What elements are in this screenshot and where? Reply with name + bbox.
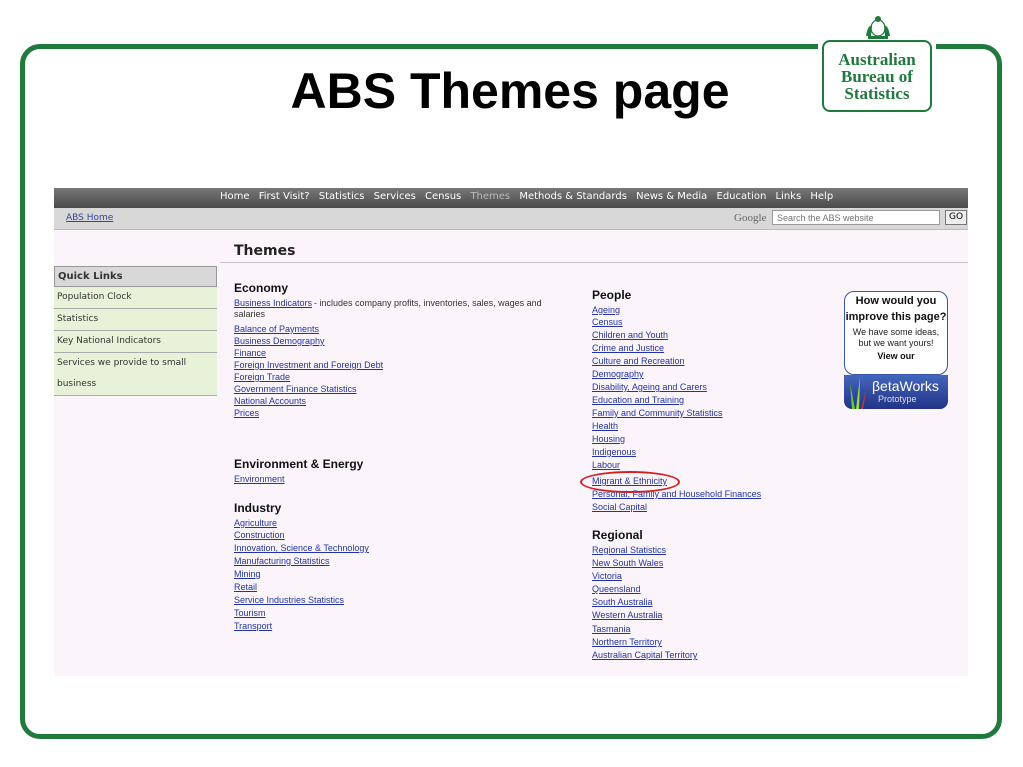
theme-link[interactable]: Demography — [592, 369, 644, 379]
theme-description: salaries — [234, 309, 266, 319]
quick-link-services-cont[interactable]: business — [54, 374, 217, 396]
theme-link[interactable]: Business Indicators — [234, 298, 312, 308]
theme-link[interactable]: Government Finance Statistics — [234, 384, 357, 394]
theme-link[interactable]: Business Demography — [234, 336, 325, 346]
theme-link[interactable]: South Australia — [592, 597, 653, 607]
betaworks-label: βetaWorks — [872, 378, 939, 394]
theme-link[interactable]: Environment — [234, 474, 285, 484]
theme-link[interactable]: Australian Capital Territory — [592, 650, 697, 660]
divider — [220, 262, 968, 263]
theme-link[interactable]: Culture and Recreation — [592, 356, 685, 366]
slide-title: ABS Themes page — [290, 63, 730, 119]
theme-link[interactable]: Balance of Payments — [234, 324, 319, 334]
theme-link[interactable]: Children and Youth — [592, 330, 668, 340]
theme-description: - includes company profits, inventories,… — [314, 298, 542, 308]
nav-help[interactable]: Help — [810, 191, 833, 202]
logo-line: Bureau of — [841, 67, 913, 86]
betaworks-promo[interactable]: How would you improve this page? We have… — [844, 291, 948, 409]
theme-link[interactable]: Construction — [234, 530, 285, 540]
quick-links-panel: Quick Links Population Clock Statistics … — [54, 266, 217, 396]
betaworks-banner[interactable]: βetaWorks Prototype — [844, 375, 948, 409]
theme-link[interactable]: Northern Territory — [592, 637, 662, 647]
logo-line: Australian — [838, 50, 916, 69]
nav-statistics[interactable]: Statistics — [319, 191, 365, 202]
theme-link[interactable]: Housing — [592, 434, 625, 444]
nav-first-visit[interactable]: First Visit? — [259, 191, 310, 202]
nav-home[interactable]: Home — [220, 191, 250, 202]
theme-link[interactable]: Tasmania — [592, 624, 631, 634]
theme-link[interactable]: Labour — [592, 460, 620, 470]
theme-link[interactable]: Innovation, Science & Technology — [234, 543, 369, 553]
promo-heading: improve this page? — [845, 311, 947, 323]
top-navigation: Home First Visit? Statistics Services Ce… — [54, 188, 968, 208]
feedback-box: How would you improve this page? We have… — [844, 291, 948, 375]
theme-link[interactable]: Western Australia — [592, 610, 662, 620]
nav-services[interactable]: Services — [374, 191, 416, 202]
search-input[interactable] — [772, 210, 940, 225]
theme-link[interactable]: Foreign Trade — [234, 372, 290, 382]
nav-news[interactable]: News & Media — [636, 191, 707, 202]
theme-link[interactable]: Ageing — [592, 305, 620, 315]
abs-logo: Australian Bureau of Statistics — [818, 14, 936, 114]
theme-link[interactable]: New South Wales — [592, 558, 663, 568]
quick-links-heading: Quick Links — [54, 266, 217, 287]
theme-link[interactable]: Tourism — [234, 608, 266, 618]
google-logo: Google — [734, 212, 767, 224]
coat-of-arms-icon — [866, 16, 890, 39]
go-button[interactable]: GO — [945, 210, 967, 225]
theme-link[interactable]: Education and Training — [592, 395, 684, 405]
nav-methods[interactable]: Methods & Standards — [519, 191, 627, 202]
quick-link-key-indicators[interactable]: Key National Indicators — [54, 331, 217, 353]
logo-wordmark: Australian Bureau of Statistics — [822, 40, 932, 112]
quick-link-population-clock[interactable]: Population Clock — [54, 287, 217, 309]
regional-heading: Regional — [592, 528, 643, 542]
promo-heading: How would you — [855, 295, 937, 307]
nav-census[interactable]: Census — [425, 191, 461, 202]
theme-link[interactable]: Health — [592, 421, 618, 431]
theme-link[interactable]: Mining — [234, 569, 261, 579]
theme-link[interactable]: Indigenous — [592, 447, 636, 457]
prototype-label: Prototype — [878, 394, 917, 404]
theme-link[interactable]: National Accounts — [234, 396, 306, 406]
theme-link[interactable]: Agriculture — [234, 518, 277, 528]
theme-link[interactable]: Regional Statistics — [592, 545, 666, 555]
logo-line: Statistics — [844, 84, 910, 103]
theme-link[interactable]: Victoria — [592, 571, 622, 581]
promo-text: We have some ideas, — [852, 327, 940, 337]
theme-link[interactable]: Finance — [234, 348, 266, 358]
nav-education[interactable]: Education — [717, 191, 767, 202]
quick-link-services[interactable]: Services we provide to small — [54, 353, 217, 374]
theme-link[interactable]: Family and Community Statistics — [592, 408, 723, 418]
grass-icon — [850, 377, 867, 409]
environment-heading: Environment & Energy — [234, 457, 364, 471]
theme-link[interactable]: Transport — [234, 621, 272, 631]
nav-items: Home First Visit? Statistics Services Ce… — [220, 191, 839, 202]
highlight-ring — [580, 471, 680, 493]
theme-link[interactable]: Foreign Investment and Foreign Debt — [234, 360, 383, 370]
website-screenshot: Home First Visit? Statistics Services Ce… — [54, 188, 968, 676]
nav-links[interactable]: Links — [775, 191, 801, 202]
page-title: Themes — [234, 243, 296, 259]
promo-text: but we want yours! — [858, 338, 934, 348]
quick-link-statistics[interactable]: Statistics — [54, 309, 217, 331]
economy-heading: Economy — [234, 281, 289, 295]
theme-link[interactable]: Queensland — [592, 584, 641, 594]
promo-view: View our — [877, 351, 915, 361]
theme-link[interactable]: Crime and Justice — [592, 343, 664, 353]
people-heading: People — [592, 288, 632, 302]
theme-link[interactable]: Prices — [234, 408, 259, 418]
theme-link[interactable]: Social Capital — [592, 502, 647, 512]
theme-link[interactable]: Retail — [234, 582, 257, 592]
theme-link[interactable]: Census — [592, 317, 623, 327]
theme-link[interactable]: Manufacturing Statistics — [234, 556, 330, 566]
theme-link[interactable]: Disability, Ageing and Carers — [592, 382, 707, 392]
nav-themes[interactable]: Themes — [470, 191, 510, 202]
industry-heading: Industry — [234, 501, 282, 515]
abs-home-link[interactable]: ABS Home — [66, 213, 113, 223]
theme-link[interactable]: Service Industries Statistics — [234, 595, 344, 605]
sub-bar: ABS Home Google GO — [54, 208, 968, 230]
